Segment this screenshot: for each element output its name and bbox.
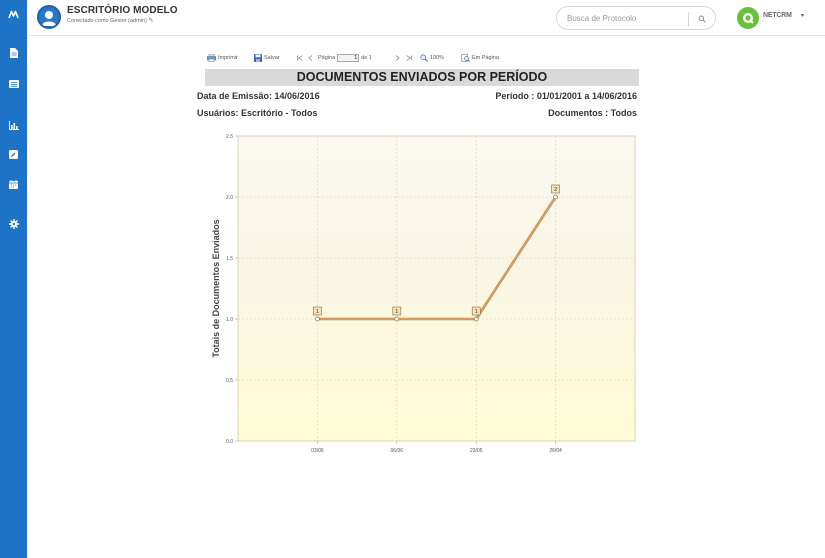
report-title: DOCUMENTOS ENVIADOS POR PERÍODO: [205, 69, 639, 86]
emission-date: Data de Emissão: 14/06/2016: [197, 91, 320, 101]
x-tick-label: 26/04: [549, 448, 562, 454]
page-count: de 1: [361, 55, 372, 61]
data-label: 2: [554, 187, 557, 193]
office-name[interactable]: ESCRITÓRIO MODELO: [67, 5, 178, 16]
top-bar: ESCRITÓRIO MODELO Conectado como Gestor …: [27, 0, 825, 36]
plot-area: [237, 135, 636, 442]
next-page-button[interactable]: [395, 52, 400, 64]
data-point[interactable]: [394, 316, 400, 322]
data-point[interactable]: [473, 316, 479, 322]
zoom-icon: [420, 54, 428, 62]
calendar-icon[interactable]: [0, 173, 27, 195]
report-documents: Documentos : Todos: [548, 108, 637, 118]
y-tick-label: 2.5: [226, 134, 233, 140]
logo-icon[interactable]: [0, 3, 27, 25]
y-tick-label: 2.0: [226, 195, 233, 201]
x-tick-label: 03/06: [311, 448, 324, 454]
fit-page-icon: [461, 54, 470, 62]
y-tick-label: 1.0: [226, 317, 233, 323]
zoom-label: 100%: [430, 55, 445, 61]
last-page-button[interactable]: [406, 52, 412, 64]
print-icon: [207, 54, 216, 62]
search-input[interactable]: [557, 7, 687, 29]
bar-chart-icon[interactable]: [0, 114, 27, 136]
edit-icon[interactable]: ✎: [148, 18, 153, 24]
print-label: Imprimir: [218, 55, 238, 61]
sidebar: [0, 0, 27, 558]
search-box: [556, 6, 716, 30]
list-icon[interactable]: [0, 73, 27, 95]
data-label: 1: [395, 309, 398, 315]
data-point[interactable]: [315, 316, 320, 322]
y-tick-label: 0.5: [226, 378, 233, 384]
save-button[interactable]: Salvar: [254, 52, 280, 64]
search-icon[interactable]: [693, 11, 711, 27]
x-axis-ticks: 03/06 06/06 23/05 26/04: [311, 441, 562, 454]
connection-status: Conectado como Gestor (admin) ✎: [67, 17, 153, 24]
save-icon: [254, 54, 262, 62]
x-tick-label: 06/06: [391, 448, 404, 454]
y-axis-label: Totais de Documentos Enviados: [211, 219, 221, 357]
page-label: Página: [318, 55, 336, 61]
previous-page-button[interactable]: [308, 52, 313, 64]
data-label: 1: [475, 309, 478, 315]
chevron-left-icon: [308, 55, 313, 61]
chevron-down-icon[interactable]: ▾: [801, 12, 804, 19]
last-page-icon: [406, 55, 412, 61]
print-button[interactable]: Imprimir: [207, 52, 238, 64]
zoom-button[interactable]: 100%: [420, 52, 444, 64]
chevron-right-icon: [395, 55, 400, 61]
connection-status-text: Conectado como Gestor (admin): [67, 18, 147, 24]
data-label: 1: [316, 309, 319, 315]
edit-icon[interactable]: [0, 143, 27, 165]
page-number-input[interactable]: [337, 54, 360, 62]
fit-page-button[interactable]: Em Página: [461, 52, 499, 64]
search-divider: [688, 12, 689, 26]
first-page-icon: [297, 55, 303, 61]
first-page-button[interactable]: [297, 52, 303, 64]
y-tick-label: 1.5: [226, 256, 233, 262]
report-period: Período : 01/01/2001 a 14/06/2016: [495, 91, 637, 101]
fit-page-label: Em Página: [472, 55, 499, 61]
avatar[interactable]: [37, 5, 61, 29]
y-axis-ticks: 0.0 0.5 1.0 1.5 2.0 2.5: [226, 134, 238, 445]
save-label: Salvar: [264, 55, 280, 61]
document-icon[interactable]: [0, 42, 27, 64]
gear-icon[interactable]: [0, 213, 27, 235]
data-point[interactable]: [553, 194, 558, 200]
brand-logo-icon[interactable]: [737, 7, 759, 29]
line-chart: 0.00.51.01.52.02.5 03/06 06/06 23/05 26/04 …: [211, 134, 636, 454]
brand-name: NETCRM: [763, 12, 792, 19]
page-navigator: Página de 1: [318, 52, 372, 64]
report-users: Usuários: Escritório - Todos: [197, 108, 318, 118]
x-tick-label: 23/05: [470, 448, 483, 454]
y-tick-label: 0.0: [226, 439, 233, 445]
